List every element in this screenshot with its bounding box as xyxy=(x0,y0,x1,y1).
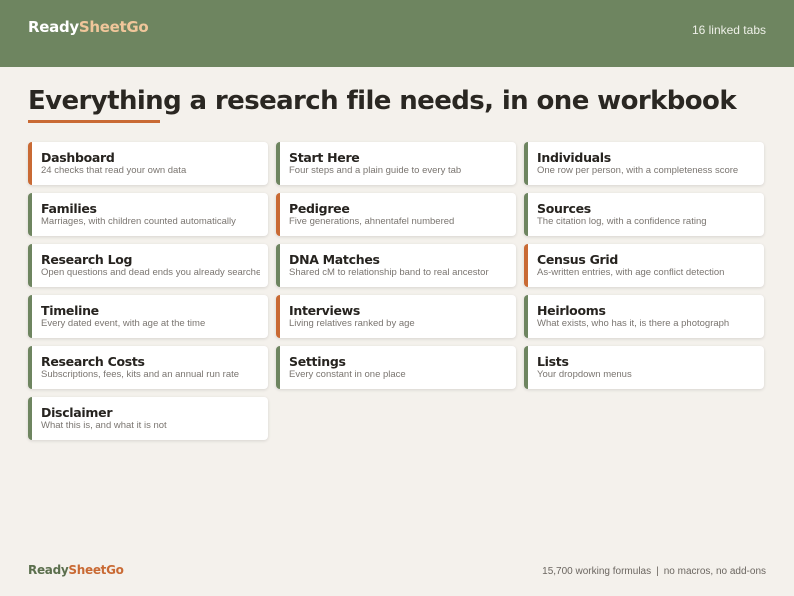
tab-card-sources[interactable]: Sources The citation log, with a confiden… xyxy=(524,193,764,236)
tab-card-description: Open questions and dead ends you already… xyxy=(41,267,260,278)
tab-card-families[interactable]: Families Marriages, with children counted… xyxy=(28,193,268,236)
no-macros-note: no macros, no add-ons xyxy=(663,566,766,577)
tab-card-description: What this is, and what it is not xyxy=(41,420,167,431)
tab-card-description: What exists, who has it, is there a phot… xyxy=(537,318,730,329)
tab-card-title: Families xyxy=(41,201,97,216)
tab-card-title: Research Costs xyxy=(41,354,145,369)
tab-card-title: Start Here xyxy=(289,150,360,165)
tab-count-label: 16 linked tabs xyxy=(691,23,766,37)
tab-card-title: Interviews xyxy=(289,303,361,318)
tab-card-title: Pedigree xyxy=(289,201,350,216)
tab-card-timeline[interactable]: Timeline Every dated event, with age at t… xyxy=(28,295,268,338)
tab-card-description: 24 checks that read your own data xyxy=(41,165,187,176)
tab-card-grid: Dashboard 24 checks that read your own da… xyxy=(28,142,766,440)
tab-card-settings[interactable]: Settings Every constant in one place xyxy=(276,346,516,389)
brand-logo[interactable]: ReadySheetGo xyxy=(28,18,149,36)
tab-card-title: Census Grid xyxy=(537,252,619,267)
tab-card-title: Individuals xyxy=(537,150,611,165)
brand-logo-part1: Ready xyxy=(28,18,79,36)
tab-card-disclaimer[interactable]: Disclaimer What this is, and what it is n… xyxy=(28,397,268,440)
tab-card-title: Disclaimer xyxy=(41,405,113,420)
tab-card-title: Settings xyxy=(289,354,346,369)
footer-brand-part1: Ready xyxy=(28,563,69,577)
tab-card-title: Dashboard xyxy=(41,150,115,165)
tab-card-lists[interactable]: Lists Your dropdown menus xyxy=(524,346,764,389)
footer-separator: | xyxy=(656,566,659,577)
tab-card-description: Your dropdown menus xyxy=(537,369,632,380)
tab-card-title: Timeline xyxy=(41,303,99,318)
tab-card-title: Research Log xyxy=(41,252,133,267)
tab-card-dna-matches[interactable]: DNA Matches Shared cM to relationship ban… xyxy=(276,244,516,287)
tab-card-research-costs[interactable]: Research Costs Subscriptions, fees, kits … xyxy=(28,346,268,389)
tab-card-description: One row per person, with a completeness … xyxy=(537,165,739,176)
header-bar: ReadySheetGo 16 linked tabs xyxy=(0,0,794,67)
tab-card-description: Living relatives ranked by age xyxy=(289,318,415,329)
tab-card-start-here[interactable]: Start Here Four steps and a plain guide t… xyxy=(276,142,516,185)
tab-card-description: Every constant in one place xyxy=(289,369,406,380)
tab-card-pedigree[interactable]: Pedigree Five generations, ahnentafel num… xyxy=(276,193,516,236)
tab-card-description: Four steps and a plain guide to every ta… xyxy=(289,165,462,176)
tab-card-heirlooms[interactable]: Heirlooms What exists, who has it, is the… xyxy=(524,295,764,338)
brand-logo-part2: SheetGo xyxy=(78,18,149,36)
footer-brand-logo[interactable]: ReadySheetGo xyxy=(28,563,124,577)
formula-count: 15,700 working formulas xyxy=(542,566,652,577)
tab-card-title: Sources xyxy=(537,201,591,216)
tab-card-interviews[interactable]: Interviews Living relatives ranked by age xyxy=(276,295,516,338)
tab-card-census-grid[interactable]: Census Grid As-written entries, with age … xyxy=(524,244,764,287)
tab-card-description: Five generations, ahnentafel numbered xyxy=(289,216,455,227)
footer-brand-part2: SheetGo xyxy=(68,563,124,577)
tab-card-description: Shared cM to relationship band to real a… xyxy=(289,267,489,278)
tab-card-title: Heirlooms xyxy=(537,303,606,318)
tab-card-individuals[interactable]: Individuals One row per person, with a co… xyxy=(524,142,764,185)
page-title: Everything a research file needs, in one… xyxy=(28,86,737,116)
tab-card-description: Marriages, with children counted automat… xyxy=(41,216,236,227)
tab-card-title: Lists xyxy=(537,354,569,369)
tab-card-description: As-written entries, with age conflict de… xyxy=(537,267,725,278)
tab-card-title: DNA Matches xyxy=(289,252,380,267)
tab-card-dashboard[interactable]: Dashboard 24 checks that read your own da… xyxy=(28,142,268,185)
tab-card-description: Subscriptions, fees, kits and an annual … xyxy=(41,369,240,380)
tab-card-research-log[interactable]: Research Log Open questions and dead ends… xyxy=(28,244,268,287)
footer-note: 15,700 working formulas | no macros, no ad… xyxy=(542,566,766,577)
tab-card-description: The citation log, with a confidence rati… xyxy=(537,216,707,227)
tab-card-description: Every dated event, with age at the time xyxy=(41,318,206,329)
title-underline xyxy=(28,120,160,123)
